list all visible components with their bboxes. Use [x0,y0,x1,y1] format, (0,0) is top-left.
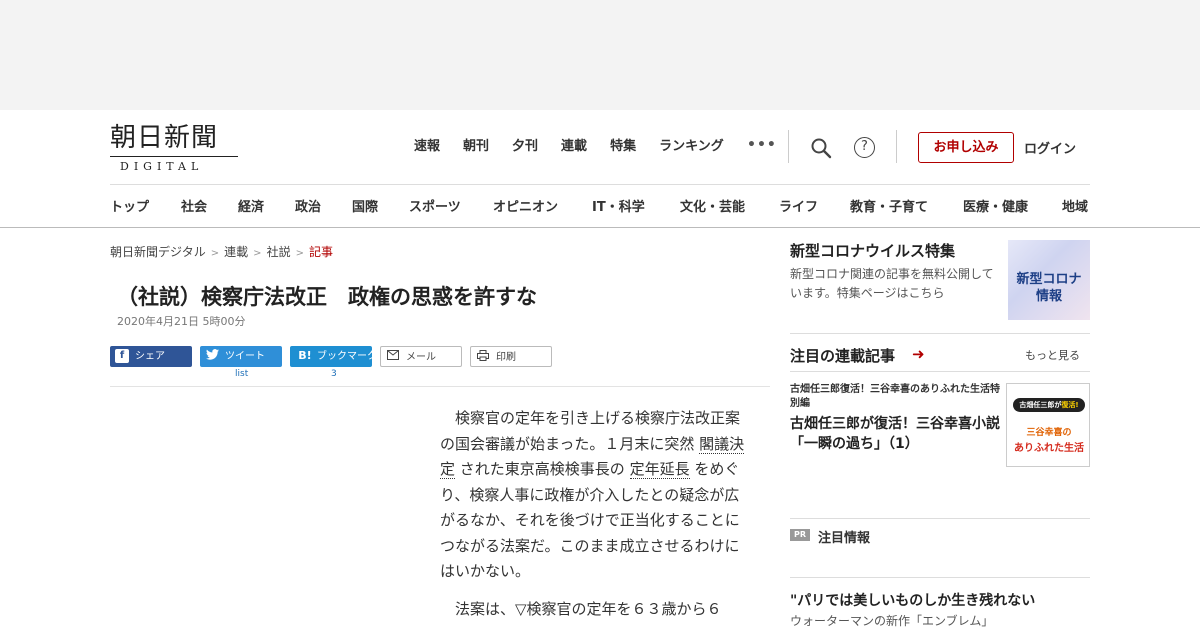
cat-life[interactable]: ライフ [779,196,818,215]
cat-politics[interactable]: 政治 [295,196,321,215]
cat-sports[interactable]: スポーツ [409,196,461,215]
series-thumb-line2: ありふれた生活 [1014,443,1084,454]
corona-feature-title[interactable]: 新型コロナウイルス特集 [790,240,955,261]
series-thumb-band-highlight: 復活! [1061,401,1079,409]
corona-feature-desc[interactable]: 新型コロナ関連の記事を無料公開しています。特集ページはこちら [790,265,1002,303]
facebook-share-label: シェア [135,351,165,362]
cat-education[interactable]: 教育・子育て [850,196,928,215]
paragraph-text: 検察官の定年を引き上げる検察庁法改正案の国会審議が始まった。１月末に突然 [440,409,741,453]
breadcrumb-separator: > [210,248,220,259]
print-button[interactable]: 印刷 [470,346,552,367]
corona-feature-thumbnail[interactable]: 新型コロナ 情報 [1008,240,1090,320]
header-divider [788,130,789,163]
hatena-icon: B! [298,349,312,362]
twitter-share-label: ツイート [225,351,265,362]
cat-region[interactable]: 地域 [1062,196,1088,215]
hatena-count[interactable]: 3 [331,369,337,379]
sidebar-divider [790,371,1090,372]
topnav-features[interactable]: 特集 [610,137,636,157]
article-divider [110,386,770,387]
pr-headline[interactable]: "パリでは美しいものしか生き残れない [790,590,1035,610]
series-thumbnail[interactable]: 古畑任三郎が復活! 三谷幸喜の ありふれた生活 [1006,383,1090,467]
sidebar-divider [790,518,1090,519]
article-date: 2020年4月21日 5時00分 [117,315,246,328]
facebook-share-button[interactable]: f シェア [110,346,192,367]
nav-bottom-line [0,227,1200,228]
breadcrumb-current: 記事 [308,245,333,259]
breadcrumb: 朝日新聞デジタル > 連載 > 社説 > 記事 [110,243,333,260]
cat-economy[interactable]: 経済 [238,196,264,215]
series-thumb-line1: 三谷幸喜の [1026,428,1072,438]
twitter-bird-icon [205,349,219,363]
asahi-digital-logo[interactable]: 朝日新聞 DIGITAL [110,123,240,173]
login-link[interactable]: ログイン [1024,138,1076,157]
topnav-evening[interactable]: 夕刊 [512,137,538,157]
print-label: 印刷 [496,352,516,363]
featured-series-title[interactable]: 注目の連載記事 [790,345,895,366]
cat-society[interactable]: 社会 [181,196,207,215]
twitter-share-button[interactable]: ツイート [200,346,282,367]
hatena-bookmark-button[interactable]: B! ブックマーク [290,346,377,367]
cat-top[interactable]: トップ [110,196,149,215]
article-title: （社説）検察庁法改正 政権の思惑を許すな [117,285,537,309]
logo-rule [110,156,238,157]
help-icon[interactable]: ? [854,137,875,158]
mail-share-button[interactable]: メール [380,346,462,367]
topnav-series[interactable]: 連載 [561,137,587,157]
series-thumb-band-text: 古畑任三郎が [1019,401,1062,409]
paragraph-text: された東京高検検事長の [455,460,630,478]
topnav-breaking[interactable]: 速報 [414,137,440,157]
facebook-icon: f [115,349,129,363]
logo-wordmark: 朝日新聞 [110,123,219,153]
series-headline[interactable]: 古畑任三郎が復活！三谷幸喜小説「一瞬の過ち」（1） [790,414,1002,454]
site-header: 朝日新聞 DIGITAL 速報 朝刊 夕刊 連載 特集 ランキング ••• ? … [0,110,1200,185]
pr-subline[interactable]: ウォーターマンの新作「エンブレム」 [790,612,993,629]
subscribe-button[interactable]: お申し込み [918,132,1014,163]
header-divider [896,130,897,163]
corona-thumb-line2: 情報 [1035,289,1062,304]
logo-digital: DIGITAL [120,160,204,173]
breadcrumb-home[interactable]: 朝日新聞デジタル [110,245,206,259]
cat-culture[interactable]: 文化・芸能 [680,196,745,215]
breadcrumb-separator: > [295,248,304,259]
article-paragraph: 法案は、▽検察官の定年を６３歳から６ [455,599,722,618]
header-divider-line [110,184,1090,185]
see-more-link[interactable]: もっと見る [1025,347,1080,363]
series-kicker[interactable]: 古畑任三郎復活！三谷幸喜のありふれた生活特別編 [790,383,1002,411]
more-icon[interactable]: ••• [747,137,777,153]
paragraph-text: をめぐり、検察人事に政権が介入したとの疑念が広がるなか、それを後づけで正当化する… [440,460,740,580]
hatena-label: ブックマーク [317,351,377,362]
mail-icon [386,350,400,364]
series-thumb-band: 古畑任三郎が復活! [1013,398,1085,412]
article-body: 検察官の定年を引き上げる検察庁法改正案の国会審議が始まった。１月末に突然 閣議決… [440,406,750,622]
arrow-right-icon[interactable]: ➜ [912,345,925,363]
sidebar-divider [790,333,1090,334]
topnav-morning[interactable]: 朝刊 [463,137,489,157]
cat-international[interactable]: 国際 [352,196,378,215]
article-paragraph: 検察官の定年を引き上げる検察庁法改正案の国会審議が始まった。１月末に突然 閣議決… [440,406,750,585]
cat-opinion[interactable]: オピニオン [493,196,558,215]
top-nav: 速報 朝刊 夕刊 連載 特集 ランキング [414,137,747,157]
search-icon[interactable] [810,137,832,159]
cat-it-science[interactable]: IT・科学 [592,196,645,215]
breadcrumb-series[interactable]: 連載 [224,245,248,259]
print-icon [476,350,490,364]
breadcrumb-editorial[interactable]: 社説 [267,245,291,259]
glossary-link-retirement-extension[interactable]: 定年延長 [629,460,690,479]
ad-banner [0,0,1200,110]
pr-section-label: 注目情報 [818,531,871,546]
twitter-count[interactable]: list [235,369,248,379]
sidebar-divider [790,577,1090,578]
cat-health[interactable]: 医療・健康 [963,196,1028,215]
pr-badge: PR [790,529,810,541]
topnav-ranking[interactable]: ランキング [659,137,724,157]
breadcrumb-separator: > [253,248,262,259]
mail-label: メール [406,352,436,363]
category-nav: トップ 社会 経済 政治 国際 スポーツ オピニオン IT・科学 文化・芸能 ラ… [110,196,1100,216]
